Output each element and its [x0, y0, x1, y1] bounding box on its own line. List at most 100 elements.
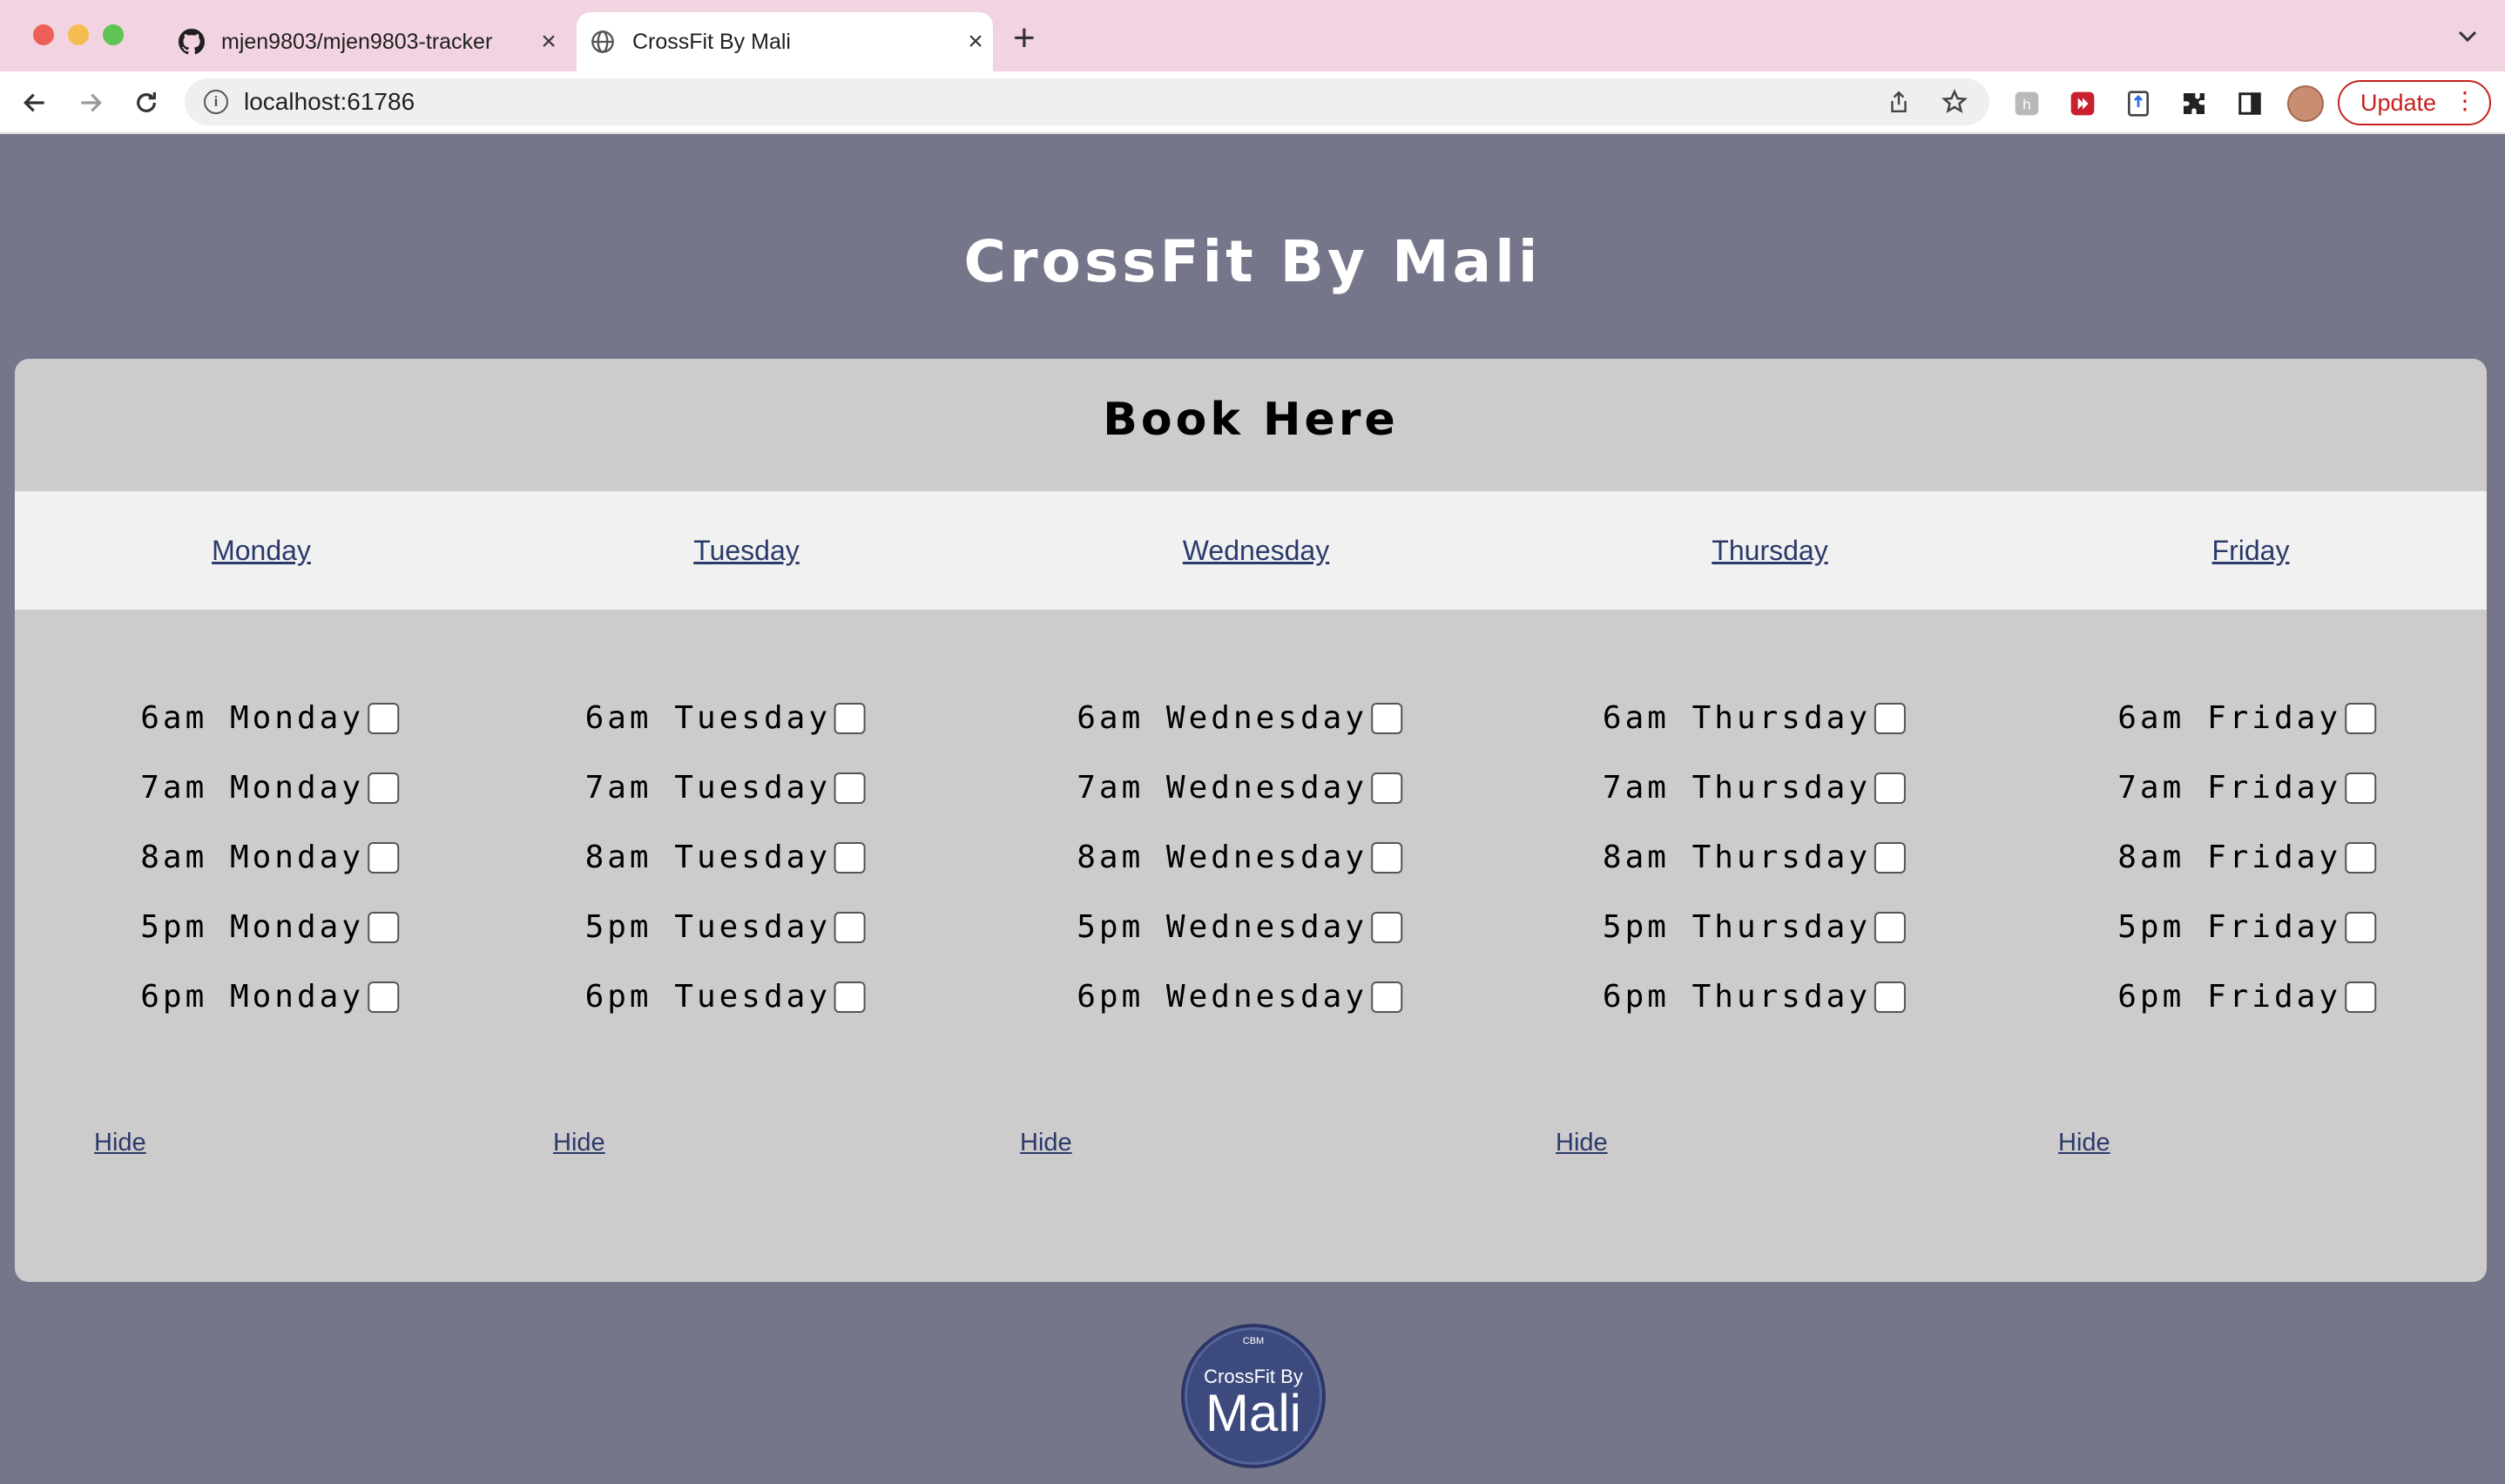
- forward-arrow-icon[interactable]: [71, 84, 110, 122]
- slot-checkbox[interactable]: [1371, 702, 1402, 734]
- maximize-window-button[interactable]: [103, 24, 124, 45]
- day-link-wednesday[interactable]: Wednesday: [1183, 535, 1329, 567]
- slot-checkbox[interactable]: [834, 841, 866, 874]
- site-title: CrossFit By Mali: [963, 228, 1542, 295]
- slot-checkbox[interactable]: [368, 981, 399, 1013]
- slot-row: 8am Thursday: [1603, 840, 1906, 875]
- slot-checkbox[interactable]: [2345, 911, 2376, 943]
- hide-friday-link[interactable]: Hide: [2058, 1129, 2110, 1157]
- slot-checkbox[interactable]: [1371, 911, 1402, 943]
- slot-checkbox[interactable]: [834, 981, 866, 1013]
- slot-row: 7am Thursday: [1603, 770, 1906, 806]
- slot-label: 8am Thursday: [1602, 840, 1871, 875]
- profile-avatar[interactable]: [2287, 85, 2324, 122]
- slot-row: 7am Tuesday: [585, 770, 866, 806]
- browser-toolbar: i localhost:61786 h Update ⋮: [0, 71, 2505, 134]
- slot-row: 6am Monday: [140, 700, 399, 736]
- browser-tab-tracker[interactable]: mjen9803/mjen9803-tracker ×: [165, 12, 566, 71]
- minimize-window-button[interactable]: [68, 24, 89, 45]
- tab-title: mjen9803/mjen9803-tracker: [221, 29, 493, 54]
- slot-checkbox[interactable]: [368, 911, 399, 943]
- hide-monday-link[interactable]: Hide: [94, 1129, 146, 1157]
- chevron-down-icon[interactable]: [2456, 23, 2479, 51]
- slot-label: 6am Tuesday: [584, 700, 831, 736]
- slot-label: 7am Wednesday: [1077, 770, 1367, 806]
- slot-row: 6pm Friday: [2117, 979, 2376, 1015]
- hide-tuesday-link[interactable]: Hide: [553, 1129, 605, 1157]
- slot-label: 6pm Thursday: [1602, 979, 1871, 1015]
- slot-row: 7am Friday: [2117, 770, 2376, 806]
- slot-label: 8am Wednesday: [1077, 840, 1367, 875]
- slot-label: 6pm Tuesday: [584, 979, 831, 1015]
- slot-checkbox[interactable]: [2345, 841, 2376, 874]
- slot-row: 6pm Wednesday: [1077, 979, 1402, 1015]
- extension-grey-icon[interactable]: h: [2010, 87, 2043, 120]
- slot-label: 7am Tuesday: [584, 770, 831, 806]
- slot-label: 6am Friday: [2117, 700, 2341, 736]
- slot-row: 5pm Monday: [140, 909, 399, 945]
- logo-small-text: CBM: [1242, 1336, 1265, 1346]
- bookmark-star-icon[interactable]: [1939, 86, 1970, 118]
- slot-row: 5pm Wednesday: [1077, 909, 1402, 945]
- share-icon[interactable]: [1883, 86, 1914, 118]
- slot-checkbox[interactable]: [834, 911, 866, 943]
- slot-row: 7am Monday: [140, 770, 399, 806]
- svg-text:h: h: [2022, 97, 2031, 113]
- slot-label: 6am Wednesday: [1077, 700, 1367, 736]
- slot-row: 6pm Monday: [140, 979, 399, 1015]
- day-nav: Monday Tuesday Wednesday Thursday Friday: [15, 491, 2487, 610]
- update-browser-button[interactable]: Update ⋮: [2338, 80, 2491, 125]
- slot-row: 5pm Thursday: [1603, 909, 1906, 945]
- slot-row: 6am Thursday: [1603, 700, 1906, 736]
- slot-row: 6am Wednesday: [1077, 700, 1402, 736]
- slot-checkbox[interactable]: [368, 841, 399, 874]
- hide-wednesday-link[interactable]: Hide: [1020, 1129, 1072, 1157]
- new-tab-icon[interactable]: +: [1013, 19, 1036, 57]
- slot-checkbox[interactable]: [834, 702, 866, 734]
- day-link-tuesday[interactable]: Tuesday: [693, 535, 800, 567]
- update-label: Update: [2360, 89, 2437, 116]
- slot-checkbox[interactable]: [1371, 841, 1402, 874]
- puzzle-piece-icon[interactable]: [2178, 87, 2211, 120]
- slot-label: 6am Monday: [140, 700, 364, 736]
- address-bar[interactable]: i localhost:61786: [185, 78, 1989, 125]
- slot-checkbox[interactable]: [368, 702, 399, 734]
- slot-label: 8am Monday: [140, 840, 364, 875]
- slot-checkbox[interactable]: [1874, 911, 1906, 943]
- slot-checkbox[interactable]: [1874, 702, 1906, 734]
- slot-checkbox[interactable]: [834, 772, 866, 804]
- close-tab-icon[interactable]: ×: [958, 27, 993, 57]
- globe-icon: [589, 28, 617, 56]
- slot-label: 6am Thursday: [1602, 700, 1871, 736]
- side-panel-icon[interactable]: [2233, 87, 2266, 120]
- slot-label: 5pm Wednesday: [1077, 909, 1367, 945]
- slot-checkbox[interactable]: [1874, 981, 1906, 1013]
- close-window-button[interactable]: [33, 24, 54, 45]
- hide-thursday-link[interactable]: Hide: [1556, 1129, 1608, 1157]
- slot-checkbox[interactable]: [1371, 772, 1402, 804]
- slot-checkbox[interactable]: [368, 772, 399, 804]
- day-link-friday[interactable]: Friday: [2212, 535, 2290, 567]
- browser-tab-crossfit[interactable]: CrossFit By Mali ×: [577, 12, 993, 71]
- extension-doc-icon[interactable]: [2122, 87, 2155, 120]
- more-options-icon[interactable]: ⋮: [2453, 89, 2477, 113]
- slot-label: 7am Thursday: [1602, 770, 1871, 806]
- reload-icon[interactable]: [127, 84, 165, 122]
- slot-label: 7am Monday: [140, 770, 364, 806]
- slot-checkbox[interactable]: [1371, 981, 1402, 1013]
- crossfit-logo: CBM CrossFit By Mali: [1181, 1324, 1326, 1468]
- slot-checkbox[interactable]: [2345, 702, 2376, 734]
- back-arrow-icon[interactable]: [16, 84, 54, 122]
- close-tab-icon[interactable]: ×: [531, 27, 566, 57]
- day-link-monday[interactable]: Monday: [212, 535, 311, 567]
- slot-checkbox[interactable]: [2345, 772, 2376, 804]
- slot-checkbox[interactable]: [2345, 981, 2376, 1013]
- slot-checkbox[interactable]: [1874, 841, 1906, 874]
- day-link-thursday[interactable]: Thursday: [1712, 535, 1827, 567]
- site-info-icon[interactable]: i: [204, 90, 228, 114]
- slot-row: 6pm Tuesday: [585, 979, 866, 1015]
- extension-red-icon[interactable]: [2066, 87, 2099, 120]
- slot-label: 8am Friday: [2117, 840, 2341, 875]
- slot-row: 6am Tuesday: [585, 700, 866, 736]
- slot-checkbox[interactable]: [1874, 772, 1906, 804]
